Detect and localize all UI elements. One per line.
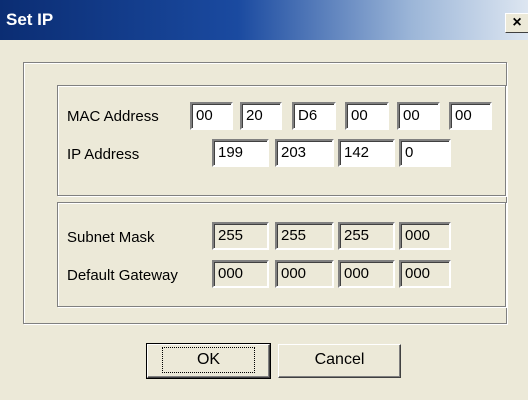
network-group bbox=[57, 202, 506, 307]
window-title: Set IP bbox=[6, 10, 54, 29]
mac-octet-4[interactable]: 00 bbox=[345, 102, 389, 130]
subnet-octet-1: 255 bbox=[212, 222, 269, 250]
subnet-octet-2: 255 bbox=[275, 222, 334, 250]
close-button[interactable]: × bbox=[505, 13, 528, 33]
close-icon: × bbox=[512, 14, 522, 31]
ok-button[interactable]: OK bbox=[146, 343, 271, 379]
mac-address-label: MAC Address bbox=[67, 108, 159, 125]
ok-button-label: OK bbox=[161, 347, 256, 373]
mac-octet-6[interactable]: 00 bbox=[449, 102, 492, 130]
gateway-octet-3: 000 bbox=[338, 260, 395, 288]
ip-octet-4[interactable]: 0 bbox=[399, 139, 451, 167]
gateway-octet-1: 000 bbox=[212, 260, 269, 288]
subnet-octet-3: 255 bbox=[338, 222, 395, 250]
cancel-button[interactable]: Cancel bbox=[278, 344, 401, 378]
mac-octet-3[interactable]: D6 bbox=[292, 102, 336, 130]
mac-octet-2[interactable]: 20 bbox=[240, 102, 282, 130]
ip-address-label: IP Address bbox=[67, 146, 140, 163]
default-gateway-label: Default Gateway bbox=[67, 267, 178, 284]
ip-octet-2[interactable]: 203 bbox=[275, 139, 334, 167]
gateway-octet-4: 000 bbox=[399, 260, 451, 288]
mac-octet-5[interactable]: 00 bbox=[397, 102, 440, 130]
ip-octet-1[interactable]: 199 bbox=[212, 139, 269, 167]
subnet-mask-label: Subnet Mask bbox=[67, 229, 155, 246]
subnet-octet-4: 000 bbox=[399, 222, 451, 250]
ip-octet-3[interactable]: 142 bbox=[338, 139, 395, 167]
set-ip-dialog: Set IP × MAC Address 00 20 D6 00 00 00 I… bbox=[0, 0, 528, 400]
title-bar: Set IP × bbox=[0, 0, 528, 40]
mac-octet-1[interactable]: 00 bbox=[190, 102, 233, 130]
gateway-octet-2: 000 bbox=[275, 260, 334, 288]
